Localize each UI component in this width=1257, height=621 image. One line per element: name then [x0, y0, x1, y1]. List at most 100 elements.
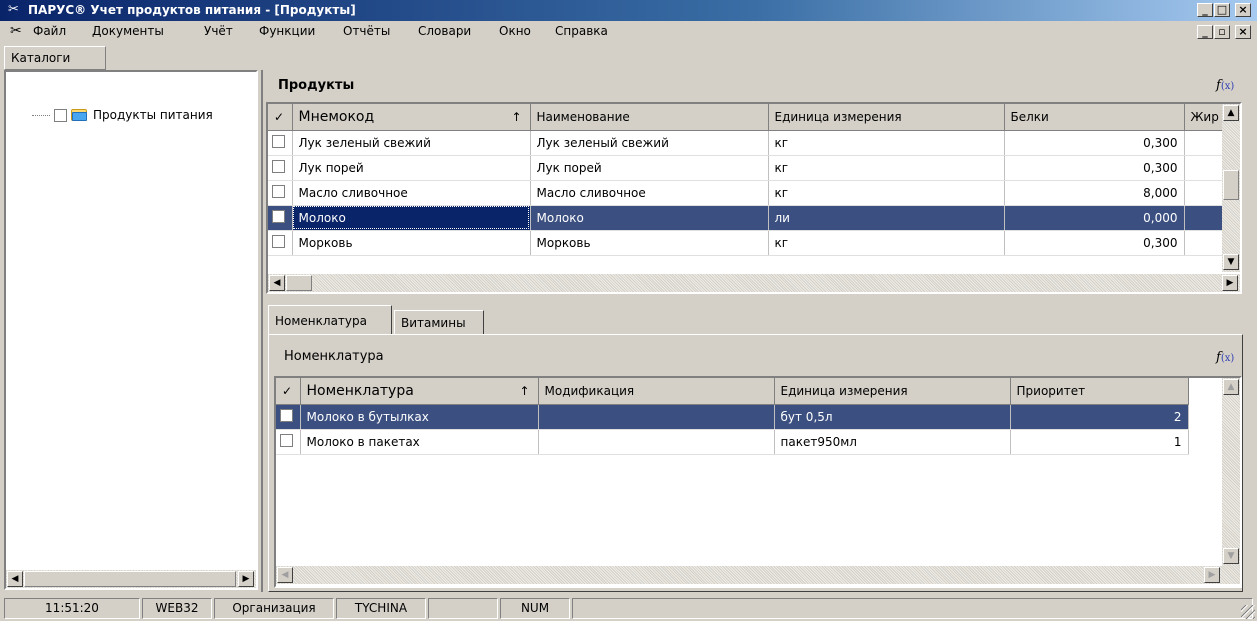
- nomenclature-hscrollbar[interactable]: ◀ ▶: [276, 566, 1240, 584]
- cell-mnemocode[interactable]: Морковь: [292, 230, 531, 256]
- resize-grip-icon[interactable]: [1241, 605, 1255, 619]
- cell-name[interactable]: Масло сливочное: [530, 180, 769, 206]
- cell-name[interactable]: Молоко: [530, 205, 769, 231]
- tab-nomenclature-label: Номенклатура: [275, 314, 367, 328]
- scroll-down-button[interactable]: ▼: [1223, 254, 1239, 270]
- row-checkbox[interactable]: [272, 234, 285, 248]
- scroll-left-button[interactable]: ◀: [277, 567, 293, 583]
- cell-modification[interactable]: [538, 429, 775, 455]
- cell-protein[interactable]: 8,000: [1004, 180, 1185, 206]
- cell-mnemocode[interactable]: Молоко: [292, 205, 531, 231]
- menu-reports[interactable]: Отчёты: [343, 24, 390, 38]
- cell-name[interactable]: Лук порей: [530, 155, 769, 181]
- cell-unit[interactable]: кг: [768, 230, 1005, 256]
- cell-name[interactable]: Лук зеленый свежий: [530, 130, 769, 156]
- cell-unit[interactable]: пакет950мл: [774, 429, 1011, 455]
- mdi-restore-button[interactable]: ▫: [1214, 25, 1230, 39]
- column-header-mnemocode[interactable]: Мнемокод ↑: [292, 104, 531, 131]
- cell-name[interactable]: Морковь: [530, 230, 769, 256]
- menu-accounting[interactable]: Учёт: [204, 24, 233, 38]
- tab-nomenclature[interactable]: Номенклатура: [268, 305, 392, 335]
- row-checkbox[interactable]: [280, 433, 293, 447]
- cell-fat[interactable]: [1184, 130, 1225, 156]
- cell-fat[interactable]: [1184, 155, 1225, 181]
- cell-protein[interactable]: 0,300: [1004, 130, 1185, 156]
- column-header-fat[interactable]: Жир: [1184, 104, 1225, 131]
- fx-icon[interactable]: f(x): [1216, 78, 1234, 93]
- cell-protein[interactable]: 0,300: [1004, 230, 1185, 256]
- scroll-up-button[interactable]: ▲: [1223, 379, 1239, 395]
- table-row[interactable]: Масло сливочное Масло сливочное кг 8,000: [268, 180, 1225, 206]
- cell-fat[interactable]: [1184, 205, 1225, 231]
- cell-unit[interactable]: ли: [768, 205, 1005, 231]
- cell-mnemocode[interactable]: Лук порей: [292, 155, 531, 181]
- column-header-unit[interactable]: Единица измерения: [774, 378, 1011, 405]
- tree-item-products[interactable]: Продукты питания: [32, 108, 213, 122]
- maximize-button[interactable]: □: [1214, 3, 1230, 17]
- menu-file[interactable]: Файл: [33, 24, 66, 38]
- cell-priority[interactable]: 1: [1010, 429, 1189, 455]
- check-column-header[interactable]: ✓: [276, 378, 301, 405]
- row-checkbox[interactable]: [280, 408, 293, 422]
- tree-hscrollbar[interactable]: ◀ ▶: [6, 570, 256, 588]
- menu-documents[interactable]: Документы: [92, 24, 164, 38]
- column-header-modification[interactable]: Модификация: [538, 378, 775, 405]
- cell-nomenclature[interactable]: Молоко в пакетах: [300, 429, 539, 455]
- row-checkbox[interactable]: [272, 184, 285, 198]
- mdi-close-button[interactable]: ×: [1235, 25, 1251, 39]
- cell-fat[interactable]: [1184, 230, 1225, 256]
- cell-unit[interactable]: кг: [768, 180, 1005, 206]
- close-button[interactable]: ×: [1235, 3, 1251, 17]
- column-header-unit[interactable]: Единица измерения: [768, 104, 1005, 131]
- scroll-left-button[interactable]: ◀: [7, 571, 23, 587]
- scroll-left-button[interactable]: ◀: [269, 275, 285, 291]
- scroll-up-button[interactable]: ▲: [1223, 105, 1239, 121]
- tab-catalogs[interactable]: Каталоги: [4, 46, 106, 70]
- table-row[interactable]: Молоко в пакетах пакет950мл 1: [276, 429, 1189, 455]
- cell-modification[interactable]: [538, 404, 775, 430]
- scroll-right-button[interactable]: ▶: [238, 571, 254, 587]
- table-row-selected[interactable]: Молоко Молоко ли 0,000: [268, 205, 1225, 231]
- row-checkbox[interactable]: [272, 159, 285, 173]
- cell-protein[interactable]: 0,000: [1004, 205, 1185, 231]
- column-header-protein[interactable]: Белки: [1004, 104, 1185, 131]
- column-header-name[interactable]: Наименование: [530, 104, 769, 131]
- products-vscrollbar[interactable]: ▲ ▼: [1222, 104, 1240, 272]
- column-header-priority[interactable]: Приоритет: [1010, 378, 1189, 405]
- scroll-thumb[interactable]: [286, 275, 312, 291]
- cell-unit[interactable]: кг: [768, 155, 1005, 181]
- scroll-right-button[interactable]: ▶: [1204, 567, 1220, 583]
- cell-mnemocode[interactable]: Лук зеленый свежий: [292, 130, 531, 156]
- cell-protein[interactable]: 0,300: [1004, 155, 1185, 181]
- scroll-thumb[interactable]: [24, 571, 236, 587]
- menu-functions[interactable]: Функции: [259, 24, 315, 38]
- tree-item-checkbox[interactable]: [54, 108, 67, 122]
- cell-priority[interactable]: 2: [1010, 404, 1189, 430]
- cell-unit[interactable]: кг: [768, 130, 1005, 156]
- check-column-header[interactable]: ✓: [268, 104, 293, 131]
- splitter[interactable]: [261, 70, 263, 592]
- scroll-right-button[interactable]: ▶: [1222, 275, 1238, 291]
- table-row-selected[interactable]: Молоко в бутылках бут 0,5л 2: [276, 404, 1189, 430]
- cell-nomenclature[interactable]: Молоко в бутылках: [300, 404, 539, 430]
- scroll-down-button[interactable]: ▼: [1223, 548, 1239, 564]
- tab-vitamins[interactable]: Витамины: [394, 310, 484, 335]
- nomenclature-vscrollbar[interactable]: ▲ ▼: [1222, 378, 1240, 566]
- scroll-thumb[interactable]: [1223, 170, 1239, 200]
- menu-window[interactable]: Окно: [499, 24, 531, 38]
- table-row[interactable]: Морковь Морковь кг 0,300: [268, 230, 1225, 256]
- minimize-button[interactable]: _: [1197, 3, 1213, 17]
- table-row[interactable]: Лук зеленый свежий Лук зеленый свежий кг…: [268, 130, 1225, 156]
- products-hscrollbar[interactable]: ◀ ▶: [268, 274, 1240, 292]
- row-checkbox[interactable]: [272, 209, 285, 223]
- cell-fat[interactable]: [1184, 180, 1225, 206]
- fx-icon[interactable]: f(x): [1216, 350, 1234, 365]
- table-row[interactable]: Лук порей Лук порей кг 0,300: [268, 155, 1225, 181]
- cell-unit[interactable]: бут 0,5л: [774, 404, 1011, 430]
- menu-help[interactable]: Справка: [555, 24, 608, 38]
- mdi-minimize-button[interactable]: _: [1197, 25, 1213, 39]
- menu-dictionaries[interactable]: Словари: [418, 24, 471, 38]
- cell-mnemocode[interactable]: Масло сливочное: [292, 180, 531, 206]
- column-header-nomenclature[interactable]: Номенклатура ↑: [300, 378, 539, 405]
- row-checkbox[interactable]: [272, 134, 285, 148]
